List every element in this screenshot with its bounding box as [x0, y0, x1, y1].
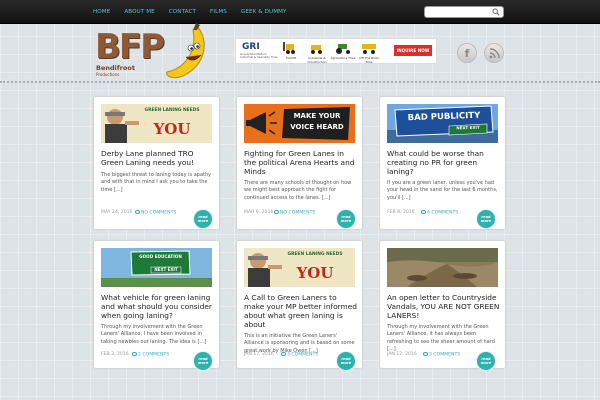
- post-excerpt: If you are a green laner, unless you've …: [387, 180, 498, 201]
- read-more-button[interactable]: read more: [337, 210, 355, 228]
- comment-icon: [274, 210, 279, 214]
- post-thumbnail[interactable]: BAD PUBLICITY NEXT EXIT: [387, 104, 498, 143]
- post-excerpt: The biggest threat to laning today is ap…: [101, 172, 212, 193]
- post-excerpt: Through my involvement with the Green La…: [101, 324, 207, 345]
- post-title[interactable]: What could be worse than creating no PR …: [387, 149, 500, 176]
- comment-icon: [423, 352, 428, 356]
- comment-icon: [281, 352, 286, 356]
- read-more-button[interactable]: read more: [194, 210, 212, 228]
- nav-about-me[interactable]: ABOUT ME: [124, 9, 154, 15]
- post-thumbnail[interactable]: MAKE YOUR VOICE HEARD: [244, 104, 355, 143]
- ad-inquire-button[interactable]: INQUIRE NOW: [394, 45, 432, 56]
- logo-tagline: Productions: [96, 72, 120, 77]
- nav-contact[interactable]: CONTACT: [169, 9, 196, 15]
- ad-caption: Agriculture Tires: [330, 56, 356, 60]
- post-comments-link[interactable]: NO COMMENTS: [135, 210, 176, 216]
- post-thumbnail[interactable]: [387, 248, 498, 287]
- comments-label: 3 COMMENTS: [429, 352, 461, 358]
- post-title[interactable]: An open letter to Countryside Vandals, Y…: [387, 293, 500, 320]
- ad-caption: Off The Road Tires: [359, 56, 379, 64]
- search-input[interactable]: [428, 16, 494, 26]
- ad-caption: Industrial & Construction: [307, 56, 327, 64]
- poster-line1: GREEN LANING NEEDS: [287, 252, 343, 257]
- sign-line1: GOOD EDUCATION: [139, 254, 182, 259]
- comments-label: 4 COMMENTS: [427, 210, 459, 216]
- banana-mascot-icon: [166, 23, 205, 79]
- post-excerpt: Through my involvement with the Green La…: [387, 324, 495, 353]
- post-comments-link[interactable]: NO COMMENTS: [274, 210, 315, 216]
- poster-line2: YOU: [153, 120, 191, 138]
- search-box: [424, 6, 504, 26]
- search-icon[interactable]: [492, 8, 500, 16]
- post-comments-link[interactable]: 3 COMMENTS: [423, 352, 460, 358]
- loader-icon: [311, 45, 322, 54]
- comments-label: NO COMMENTS: [141, 210, 177, 216]
- post-card[interactable]: GOOD EDUCATION NEXT EXIT What vehicle fo…: [94, 241, 219, 370]
- ad-caption: Forklift: [285, 56, 297, 60]
- comments-label: 2 COMMENTS: [138, 352, 170, 358]
- sign-line2: NEXT EXIT: [154, 267, 178, 272]
- comment-icon: [132, 352, 137, 356]
- post-comments-link[interactable]: 4 COMMENTS: [421, 210, 458, 216]
- post-card[interactable]: An open letter to Countryside Vandals, Y…: [380, 241, 505, 370]
- nav-geek-dummy[interactable]: GEEK & DUMMY: [241, 9, 287, 15]
- dump-truck-icon: [362, 44, 376, 54]
- post-date: FEB 3, 2016: [101, 352, 129, 357]
- comment-icon: [135, 210, 140, 214]
- ad-banner[interactable]: GRI Guaranteed Return Industrial & Speci…: [235, 38, 437, 64]
- post-card[interactable]: BAD PUBLICITY NEXT EXIT What could be wo…: [380, 97, 505, 229]
- main-nav: HOME ABOUT ME CONTACT FILMS GEEK & DUMMY: [93, 0, 301, 24]
- post-date: FEB 8, 2016: [387, 210, 415, 215]
- post-date: JAN 12, 2016: [387, 352, 417, 357]
- read-more-button[interactable]: read more: [477, 352, 495, 370]
- header-divider: [0, 81, 600, 83]
- post-comments-link[interactable]: 3 COMMENTS: [281, 352, 318, 358]
- nav-home[interactable]: HOME: [93, 9, 110, 15]
- logo-letters: BFP: [95, 27, 165, 67]
- post-thumbnail[interactable]: GREEN LANING NEEDS YOU: [101, 104, 212, 143]
- logo-name: Bendifroot: [96, 64, 135, 72]
- poster-line2: YOU: [296, 264, 334, 282]
- ad-brand-sub: Guaranteed Return Industrial & Specialty…: [240, 52, 278, 60]
- read-more-button[interactable]: read more: [337, 352, 355, 370]
- post-comments-link[interactable]: 2 COMMENTS: [132, 352, 169, 358]
- post-thumbnail[interactable]: GREEN LANING NEEDS YOU: [244, 248, 355, 287]
- comment-icon: [421, 210, 426, 214]
- top-nav-bar: HOME ABOUT ME CONTACT FILMS GEEK & DUMMY: [0, 0, 600, 26]
- post-title[interactable]: A Call to Green Laners to make your MP b…: [244, 293, 357, 329]
- post-date: MAY 24, 2016: [101, 210, 133, 215]
- facebook-icon[interactable]: f: [457, 43, 477, 63]
- nav-films[interactable]: FILMS: [210, 9, 227, 15]
- read-more-button[interactable]: read more: [477, 210, 495, 228]
- thumb-line1: MAKE YOUR: [293, 112, 341, 120]
- post-card[interactable]: GREEN LANING NEEDS YOU A Call to Green L…: [237, 241, 362, 370]
- poster-line1: GREEN LANING NEEDS: [144, 108, 200, 113]
- post-date: JAN 17, 2016: [244, 352, 274, 357]
- post-title[interactable]: Fighting for Green Lanes in the politica…: [244, 149, 357, 176]
- comments-label: NO COMMENTS: [280, 210, 316, 216]
- ad-brand: GRI: [242, 42, 260, 52]
- rss-glyph-icon: [489, 47, 500, 58]
- post-thumbnail[interactable]: GOOD EDUCATION NEXT EXIT: [101, 248, 212, 287]
- post-date: MAR 9, 2016: [244, 210, 274, 215]
- post-card[interactable]: GREEN LANING NEEDS YOU Derby Lane planne…: [94, 97, 219, 229]
- post-excerpt: There are many schools of thought on how…: [244, 180, 352, 201]
- post-card[interactable]: MAKE YOUR VOICE HEARD Fighting for Green…: [237, 97, 362, 229]
- thumb-line2: VOICE HEARD: [290, 123, 344, 131]
- comments-label: 3 COMMENTS: [287, 352, 319, 358]
- post-title[interactable]: What vehicle for green laning and what s…: [101, 293, 214, 320]
- post-title[interactable]: Derby Lane planned TRO Green Laning need…: [101, 149, 214, 167]
- read-more-button[interactable]: read more: [194, 352, 212, 370]
- forklift-icon: [283, 42, 295, 54]
- tractor-icon: [336, 44, 350, 54]
- muddy-lane-image: [387, 248, 498, 287]
- rss-icon[interactable]: [484, 43, 504, 63]
